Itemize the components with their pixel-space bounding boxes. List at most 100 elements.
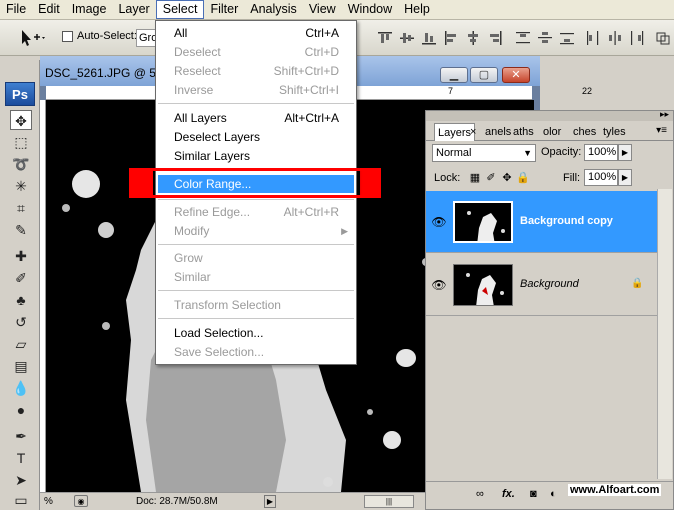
dodge-tool-icon[interactable]: ● bbox=[10, 400, 32, 420]
menu-file[interactable]: File bbox=[0, 0, 32, 19]
align-hcenter-icon[interactable] bbox=[464, 29, 482, 47]
crop-tool-icon[interactable]: ⌗ bbox=[10, 198, 32, 218]
distribute-right-icon[interactable] bbox=[628, 29, 646, 47]
lock-transparency-icon[interactable]: ▦ bbox=[468, 171, 482, 185]
lock-position-icon[interactable]: ✥ bbox=[500, 171, 514, 185]
gradient-tool-icon[interactable]: ▤ bbox=[10, 356, 32, 376]
distribute-bottom-icon[interactable] bbox=[558, 29, 576, 47]
opacity-input[interactable]: 100% bbox=[584, 144, 618, 161]
blend-mode-select[interactable]: Normal ▼ bbox=[432, 144, 536, 162]
menu-item-all[interactable]: All Ctrl+A bbox=[156, 24, 356, 42]
align-bottom-icon[interactable] bbox=[420, 29, 438, 47]
layer-thumbnail bbox=[453, 264, 513, 306]
minimize-button[interactable]: ▁ bbox=[440, 67, 468, 83]
shape-tool-icon[interactable]: ▭ bbox=[10, 490, 32, 510]
menu-view[interactable]: View bbox=[303, 0, 342, 19]
menu-select[interactable]: Select bbox=[155, 0, 205, 19]
menu-help[interactable]: Help bbox=[398, 0, 436, 19]
menu-item-deselect-layers[interactable]: Deselect Layers bbox=[156, 128, 356, 146]
fill-input[interactable]: 100% bbox=[584, 169, 618, 186]
distribute-top-icon[interactable] bbox=[514, 29, 532, 47]
menu-item-reselect[interactable]: Reselect Shift+Ctrl+D bbox=[156, 62, 356, 80]
clone-stamp-tool-icon[interactable]: ♣ bbox=[10, 290, 32, 310]
menu-separator bbox=[158, 290, 354, 291]
menu-separator bbox=[158, 103, 354, 104]
menu-image[interactable]: Image bbox=[66, 0, 113, 19]
menu-item-modify[interactable]: Modify ▶ bbox=[156, 222, 356, 240]
layer-name[interactable]: Background bbox=[520, 278, 579, 290]
menu-item-save-selection[interactable]: Save Selection... bbox=[156, 343, 356, 361]
layer-thumbnail bbox=[453, 201, 513, 243]
eyedropper-tool-icon[interactable]: ✎ bbox=[10, 220, 32, 240]
lasso-tool-icon[interactable]: ➰ bbox=[10, 154, 32, 174]
blur-tool-icon[interactable]: 💧 bbox=[10, 378, 32, 398]
link-layers-icon[interactable]: ∞ bbox=[476, 488, 484, 500]
distribute-left-icon[interactable] bbox=[584, 29, 602, 47]
eye-icon[interactable]: 👁 bbox=[431, 215, 447, 229]
path-selection-tool-icon[interactable]: ➤ bbox=[10, 470, 32, 490]
menu-layer[interactable]: Layer bbox=[112, 0, 155, 19]
add-mask-icon[interactable]: ◙ bbox=[530, 488, 537, 500]
align-top-icon[interactable] bbox=[376, 29, 394, 47]
align-left-icon[interactable] bbox=[442, 29, 460, 47]
zoom-level[interactable]: % bbox=[44, 496, 53, 507]
tab-layers[interactable]: Layers bbox=[434, 123, 476, 141]
auto-align-icon[interactable] bbox=[654, 29, 672, 47]
lock-all-icon[interactable]: 🔒 bbox=[516, 171, 530, 185]
tab-close-icon[interactable]: × bbox=[470, 123, 476, 141]
status-info-icon[interactable]: ◉ bbox=[74, 495, 88, 507]
distribute-vcenter-icon[interactable] bbox=[536, 29, 554, 47]
align-vcenter-icon[interactable] bbox=[398, 29, 416, 47]
magic-wand-tool-icon[interactable]: ✳ bbox=[10, 176, 32, 196]
menu-filter[interactable]: Filter bbox=[204, 0, 244, 19]
eraser-tool-icon[interactable]: ▱ bbox=[10, 334, 32, 354]
menu-item-similar-layers[interactable]: Similar Layers bbox=[156, 147, 356, 165]
lock-image-icon[interactable]: ✐ bbox=[484, 171, 498, 185]
menu-item-refine-edge[interactable]: Refine Edge... Alt+Ctrl+R bbox=[156, 203, 356, 221]
menu-item-all-layers[interactable]: All Layers Alt+Ctrl+A bbox=[156, 109, 356, 127]
tab-styles[interactable]: tyles bbox=[600, 123, 629, 141]
tools-panel: Ps ✥ ⬚ ➰ ✳ ⌗ ✎ ✚ ✐ ♣ ↺ ▱ ▤ 💧 ● ✒ T ➤ ▭ bbox=[0, 60, 40, 510]
menu-item-deselect[interactable]: Deselect Ctrl+D bbox=[156, 43, 356, 61]
history-brush-tool-icon[interactable]: ↺ bbox=[10, 312, 32, 332]
layer-row-background-copy[interactable]: 👁 Background copy bbox=[426, 191, 657, 253]
fill-slider-arrow[interactable]: ▶ bbox=[618, 169, 632, 186]
layer-row-background[interactable]: 👁 Background 🔒 bbox=[426, 254, 657, 316]
adjustment-layer-icon[interactable]: ◐ bbox=[550, 488, 557, 500]
type-tool-icon[interactable]: T bbox=[10, 448, 32, 468]
move-tool-icon[interactable]: ✥ bbox=[10, 110, 32, 130]
tab-color[interactable]: olor bbox=[540, 123, 564, 141]
auto-select-checkbox[interactable] bbox=[62, 30, 73, 42]
layer-style-icon[interactable]: fx. bbox=[502, 488, 515, 500]
menu-separator bbox=[158, 199, 354, 200]
menu-item-inverse[interactable]: Inverse Shift+Ctrl+I bbox=[156, 81, 356, 99]
layer-name[interactable]: Background copy bbox=[520, 215, 613, 227]
distribute-hcenter-icon[interactable] bbox=[606, 29, 624, 47]
layers-scrollbar[interactable] bbox=[657, 189, 672, 479]
eye-icon[interactable]: 👁 bbox=[431, 278, 447, 292]
marquee-tool-icon[interactable]: ⬚ bbox=[10, 132, 32, 152]
brush-tool-icon[interactable]: ✐ bbox=[10, 268, 32, 288]
menu-item-grow[interactable]: Grow bbox=[156, 249, 356, 267]
status-menu-arrow[interactable]: ▶ bbox=[264, 495, 276, 508]
panel-menu-icon[interactable]: ▾≡ bbox=[656, 125, 667, 136]
pen-tool-icon[interactable]: ✒ bbox=[10, 426, 32, 446]
horizontal-scrollbar[interactable]: ||| bbox=[364, 495, 414, 508]
menu-item-similar[interactable]: Similar bbox=[156, 268, 356, 286]
healing-brush-tool-icon[interactable]: ✚ bbox=[10, 246, 32, 266]
menu-item-load-selection[interactable]: Load Selection... bbox=[156, 324, 356, 342]
menu-analysis[interactable]: Analysis bbox=[244, 0, 303, 19]
maximize-button[interactable]: ▢ bbox=[470, 67, 498, 83]
menu-edit[interactable]: Edit bbox=[32, 0, 66, 19]
opacity-label: Opacity: bbox=[541, 146, 582, 158]
tab-swatches[interactable]: ches bbox=[570, 123, 599, 141]
opacity-slider-arrow[interactable]: ▶ bbox=[618, 144, 632, 161]
menu-window[interactable]: Window bbox=[342, 0, 398, 19]
auto-select-option[interactable]: Auto-Select: bbox=[62, 30, 137, 42]
align-right-icon[interactable] bbox=[486, 29, 504, 47]
menu-item-transform-selection[interactable]: Transform Selection bbox=[156, 296, 356, 314]
close-button[interactable]: ✕ bbox=[502, 67, 530, 83]
tab-paths[interactable]: aths bbox=[510, 123, 537, 141]
panel-collapse-icon[interactable]: ▸▸ bbox=[660, 109, 669, 120]
move-tool-preset-icon[interactable] bbox=[10, 27, 48, 49]
